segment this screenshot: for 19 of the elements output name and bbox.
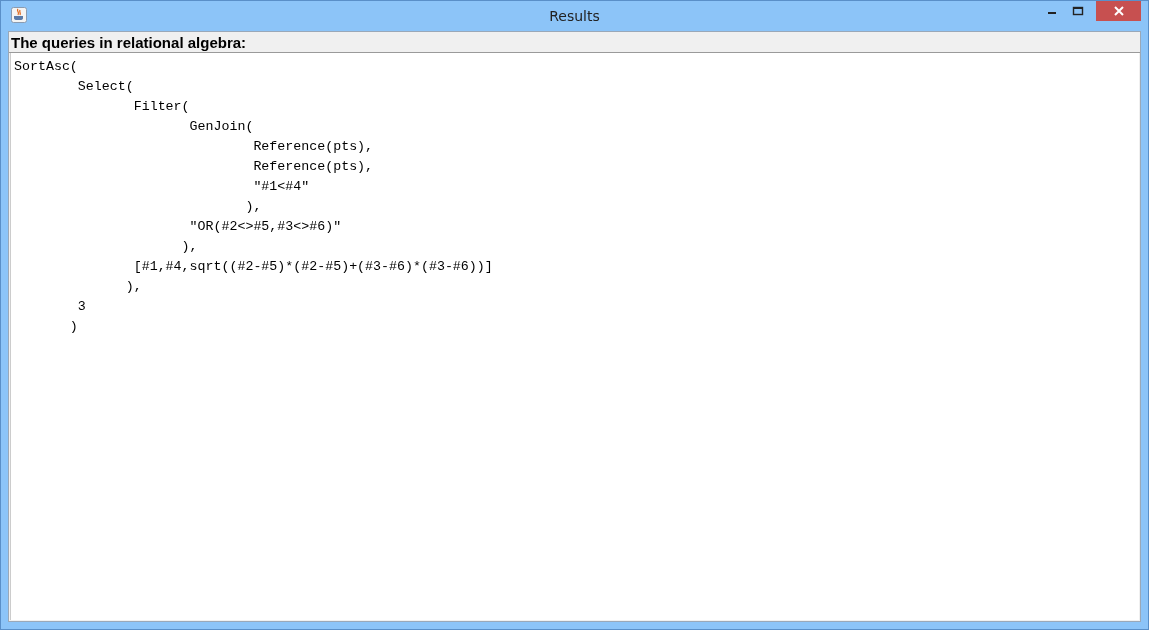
code-line: Reference(pts), — [252, 158, 374, 176]
code-line: "#1<#4" — [252, 178, 310, 196]
code-line: "OR(#2<>#5,#3<>#6)" — [188, 218, 342, 236]
code-line: Select( — [76, 78, 134, 96]
window-title: Results — [549, 8, 600, 24]
maximize-icon — [1072, 6, 1084, 16]
coffee-cup-icon — [11, 7, 27, 23]
code-line: GenJoin( — [188, 118, 254, 136]
close-icon — [1112, 6, 1125, 16]
code-line: SortAsc( — [14, 58, 78, 76]
code-line: 3 — [76, 298, 86, 316]
code-line: ) — [68, 318, 78, 336]
code-line: Filter( — [132, 98, 190, 116]
code-line: ), — [244, 198, 262, 216]
code-line: Reference(pts), — [252, 138, 374, 156]
code-line: [#1,#4,sqrt((#2-#5)*(#2-#5)+(#3-#6)*(#3-#6))] — [132, 258, 493, 276]
code-line: ), — [124, 278, 142, 296]
code-line: ), — [180, 238, 198, 256]
close-button[interactable] — [1096, 1, 1141, 21]
